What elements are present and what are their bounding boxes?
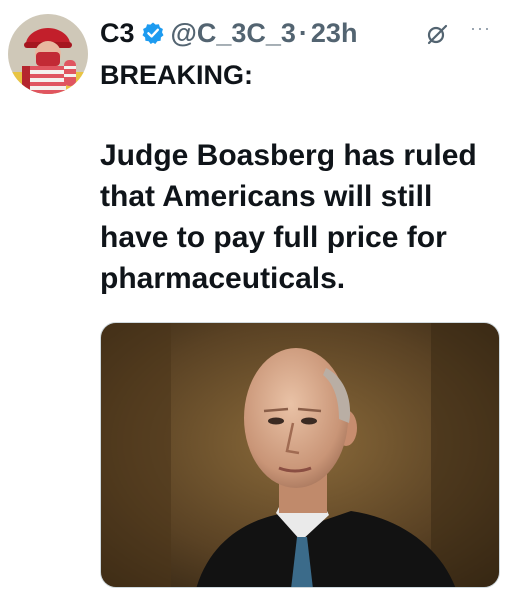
more-options-icon[interactable]: ··· [470, 18, 491, 39]
user-handle[interactable]: @C_3C_3 [171, 18, 296, 49]
tweet-image[interactable] [100, 322, 500, 588]
tweet-body: Judge Boasberg has ruled that Americans … [100, 139, 477, 295]
grok-icon[interactable] [425, 22, 449, 46]
tweet-headline: BREAKING: [100, 60, 253, 90]
timestamp[interactable]: 23h [311, 18, 358, 49]
avatar[interactable] [8, 14, 88, 94]
display-name[interactable]: C3 [100, 18, 135, 49]
tweet: C3 @C_3C_3 · 23h ··· BREAKING: Judge Boa… [0, 0, 511, 600]
verified-badge-icon [141, 21, 165, 45]
separator-dot: · [298, 17, 308, 48]
tweet-header: C3 @C_3C_3 · 23h [100, 16, 357, 50]
